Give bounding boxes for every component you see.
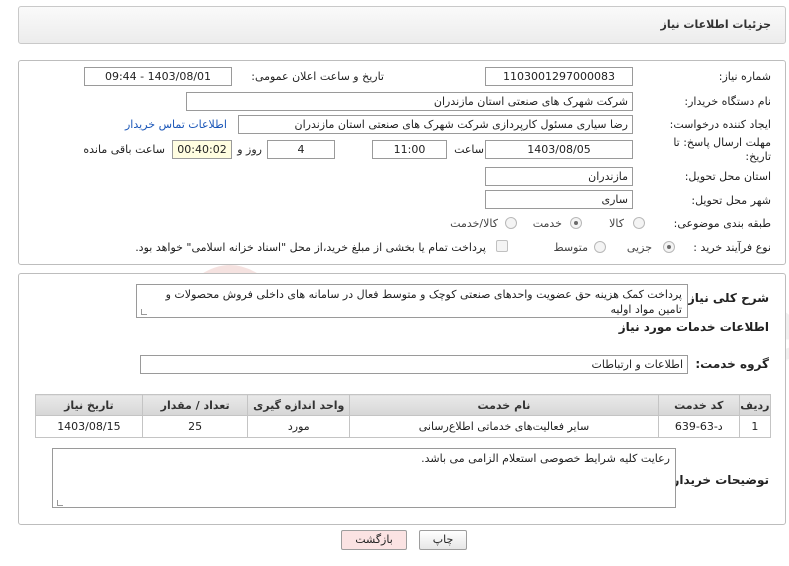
days-label: روز و bbox=[237, 143, 262, 156]
process-radio-medium[interactable] bbox=[594, 241, 606, 253]
category-radio-goods[interactable] bbox=[633, 217, 645, 229]
treasury-checkbox[interactable] bbox=[496, 240, 508, 252]
services-table-header: ردیف کد خدمت نام خدمت واحد اندازه گیری ت… bbox=[35, 394, 772, 416]
process-option-medium: متوسط bbox=[553, 241, 588, 254]
category-option-goods: کالا bbox=[609, 217, 624, 230]
category-option-goods-service: کالا/خدمت bbox=[450, 217, 498, 230]
cell-unit: مورد bbox=[247, 415, 351, 438]
city-field[interactable]: ساری bbox=[485, 190, 633, 209]
buyer-contact-link[interactable]: اطلاعات تماس خریدار bbox=[125, 118, 227, 131]
city-label: شهر محل تحویل: bbox=[691, 194, 771, 207]
cell-quantity: 25 bbox=[141, 415, 249, 438]
category-option-service: خدمت bbox=[532, 217, 562, 230]
buyer-notes-resize-handle[interactable] bbox=[57, 500, 63, 506]
col-need-date: تاریخ نیاز bbox=[35, 394, 143, 416]
creator-label: ایجاد کننده درخواست: bbox=[669, 118, 771, 131]
creator-field[interactable]: رضا سیاری مسئول کارپردازی شرکت شهرک های … bbox=[238, 115, 633, 134]
col-service-name: نام خدمت bbox=[349, 394, 659, 416]
cell-service-name: سایر فعالیت‌های خدماتی اطلاع‌رسانی bbox=[349, 415, 659, 438]
announce-date-label: تاریخ و ساعت اعلان عمومی: bbox=[251, 70, 384, 83]
deadline-time-label: ساعت bbox=[454, 143, 484, 156]
deadline-time-field[interactable]: 11:00 bbox=[372, 140, 447, 159]
services-table: ردیف کد خدمت نام خدمت واحد اندازه گیری ت… bbox=[35, 394, 772, 438]
buyer-org-field[interactable]: شرکت شهرک های صنعتی استان مازندران bbox=[186, 92, 633, 111]
service-group-field[interactable]: اطلاعات و ارتباطات bbox=[140, 355, 688, 374]
print-button[interactable]: چاپ bbox=[419, 530, 467, 550]
col-row: ردیف bbox=[738, 394, 772, 416]
deadline-date-field[interactable]: 1403/08/05 bbox=[485, 140, 633, 159]
announce-date-field[interactable]: 1403/08/01 - 09:44 bbox=[84, 67, 232, 86]
category-radio-service[interactable] bbox=[570, 217, 582, 229]
cell-row: 1 bbox=[738, 415, 772, 438]
service-group-label: گروه خدمت: bbox=[695, 357, 769, 371]
col-service-code: کد خدمت bbox=[657, 394, 740, 416]
deadline-label: مهلت ارسال پاسخ: تا تاریخ: bbox=[673, 136, 771, 163]
page-title: جزئیات اطلاعات نیاز bbox=[660, 18, 772, 31]
col-quantity: تعداد / مقدار bbox=[141, 394, 249, 416]
process-option-minor: جزیی bbox=[626, 241, 652, 254]
category-label: طبقه بندی موضوعی: bbox=[673, 217, 771, 230]
buyer-notes-label: توضیحات خریدار: bbox=[667, 473, 769, 487]
back-button[interactable]: بازگشت bbox=[341, 530, 407, 550]
need-number-field[interactable]: 1103001297000083 bbox=[485, 67, 633, 86]
remaining-time-field: 00:40:02 bbox=[172, 140, 232, 159]
cell-need-date: 1403/08/15 bbox=[35, 415, 143, 438]
province-field[interactable]: مازندران bbox=[485, 167, 633, 186]
process-label: نوع فرآیند خرید : bbox=[693, 241, 771, 254]
buyer-org-label: نام دستگاه خریدار: bbox=[684, 95, 771, 108]
process-radio-minor[interactable] bbox=[663, 241, 675, 253]
need-number-label: شماره نیاز: bbox=[718, 70, 771, 83]
category-radio-goods-service[interactable] bbox=[505, 217, 517, 229]
table-row[interactable]: 1 د-63-639 سایر فعالیت‌های خدماتی اطلاع‌… bbox=[35, 415, 772, 438]
description-label: شرح کلی نیاز: bbox=[683, 291, 769, 305]
services-section-title: اطلاعات خدمات مورد نیاز bbox=[618, 320, 769, 334]
description-textarea[interactable]: پرداخت کمک هزینه حق عضویت واحدهای صنعتی … bbox=[136, 284, 688, 318]
page-header: جزئیات اطلاعات نیاز bbox=[18, 6, 786, 44]
treasury-note: پرداخت تمام یا بخشی از مبلغ خرید،از محل … bbox=[135, 241, 486, 254]
col-unit: واحد اندازه گیری bbox=[247, 394, 351, 416]
buyer-notes-textarea[interactable]: رعایت کلیه شرایط خصوصی استعلام الزامی می… bbox=[52, 448, 676, 508]
cell-service-code: د-63-639 bbox=[657, 415, 740, 438]
description-resize-handle[interactable] bbox=[141, 309, 147, 315]
province-label: استان محل تحویل: bbox=[684, 170, 771, 183]
days-field[interactable]: 4 bbox=[267, 140, 335, 159]
remaining-time-label: ساعت باقی مانده bbox=[83, 143, 165, 156]
